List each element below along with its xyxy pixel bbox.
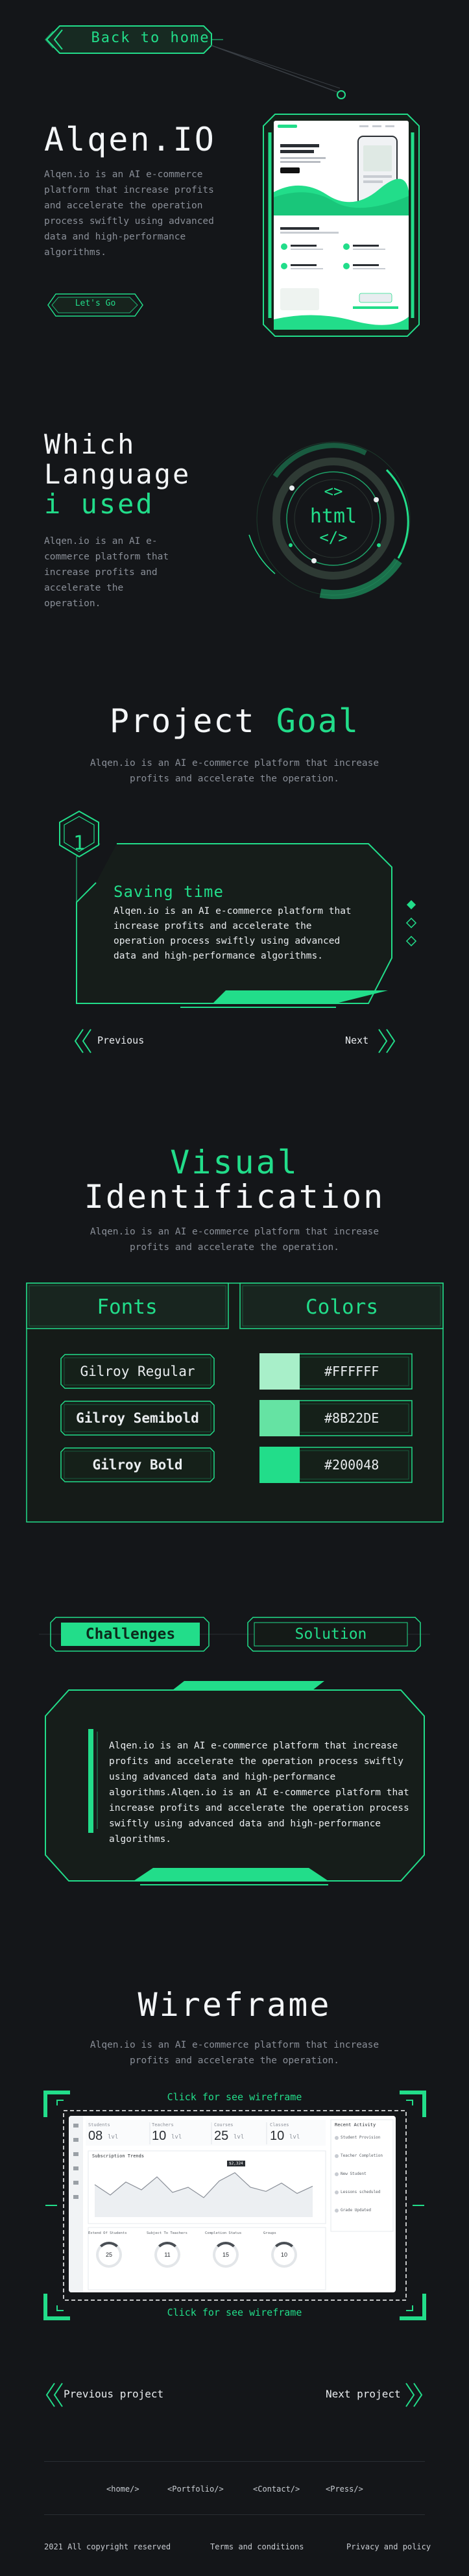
footer-divider-bottom <box>44 2514 425 2515</box>
gauge-ring: 11 <box>154 2242 180 2268</box>
wireframe-title: Wireframe <box>138 1986 331 2024</box>
stat-label: Teachers <box>152 2122 174 2128</box>
lets-go-label: Let's Go <box>75 299 116 308</box>
activity-item: Lessons scheduled <box>335 2190 380 2194</box>
visual-description: Alqen.io is an AI e-commerce platform th… <box>90 1227 379 1253</box>
gauge-label: Extend Of Students <box>88 2231 127 2235</box>
goal-title-white: Project <box>109 702 276 740</box>
activity-label: Student Provision <box>341 2135 381 2140</box>
language-description: Alqen.io is an AI e-commerce platform th… <box>44 536 169 609</box>
language-title-line3: i used <box>44 488 154 520</box>
language-title: Which Language i used <box>44 430 191 519</box>
gauge-label: Subject To Teachers <box>147 2231 187 2235</box>
gauge-ring: 10 <box>271 2242 297 2268</box>
badge-html-label: html <box>309 505 357 528</box>
stat-label: Students <box>88 2122 110 2128</box>
goal-card-title: Saving time <box>114 883 224 901</box>
color-hex-label: #200048 <box>324 1457 379 1473</box>
wireframe-link-bottom[interactable]: Click for see wireframe <box>0 2307 469 2318</box>
goal-next-label: Next <box>345 1035 369 1046</box>
challenges-tab[interactable]: Challenges <box>61 1626 200 1643</box>
activity-dot-icon <box>335 2135 339 2140</box>
stat-unit: lvl <box>234 2134 245 2141</box>
next-project-button[interactable] <box>402 2381 428 2409</box>
stat-unit: lvl <box>171 2134 182 2141</box>
goal-pagination[interactable] <box>405 899 418 951</box>
gauge-label: Groups <box>263 2231 276 2235</box>
goal-title-green: Goal <box>276 702 360 740</box>
goal-description: Alqen.io is an AI e-commerce platform th… <box>90 758 379 784</box>
footer-divider-top <box>44 2461 425 2462</box>
solution-tab[interactable]: Solution <box>254 1626 407 1643</box>
footer-link-contact[interactable]: <Contact/> <box>253 2484 300 2494</box>
hero-description: Alqen.io is an AI e-commerce platform th… <box>44 169 214 258</box>
color-hex-label: #FFFFFF <box>324 1364 379 1379</box>
gauge-ring: 25 <box>96 2242 122 2268</box>
website-preview-frame <box>262 113 420 337</box>
activity-dot-icon <box>335 2172 339 2176</box>
footer-copyright: 2021 All copyright reserved <box>44 2542 171 2551</box>
colors-label: Colors <box>306 1295 378 1319</box>
stat-value: 10 <box>270 2129 285 2143</box>
badge-open-tag: <> <box>324 482 343 500</box>
stat-unit: lvl <box>108 2134 119 2141</box>
footer-privacy-link[interactable]: Privacy and policy <box>346 2542 431 2551</box>
gauge-label: Completion Status <box>205 2231 242 2235</box>
font-sample-label: Gilroy Semibold <box>76 1410 199 1426</box>
language-title-line1: Which <box>44 428 136 460</box>
language-title-line2: Language <box>44 458 191 490</box>
stat-label: Courses <box>214 2122 234 2128</box>
wireframe-description: Alqen.io is an AI e-commerce platform th… <box>90 2040 379 2066</box>
font-sample-label: Gilroy Regular <box>80 1364 195 1379</box>
stat-value: 08 <box>88 2129 103 2143</box>
goal-title: Project Goal <box>0 702 469 740</box>
chart-title: Subscription Trends <box>92 2153 145 2159</box>
stat-value: 25 <box>214 2129 229 2143</box>
activity-label: Teacher Completion <box>341 2153 383 2158</box>
footer-link-home[interactable]: <home/> <box>106 2484 139 2494</box>
activity-label: Grade Updated <box>341 2208 371 2213</box>
connector-line <box>211 45 346 99</box>
stat-label: Classes <box>270 2122 289 2128</box>
color-hex-label: #8B22DE <box>324 1410 379 1426</box>
goal-card-text: Alqen.io is an AI e-commerce platform th… <box>114 906 352 961</box>
footer-link-portfolio[interactable]: <Portfolio/> <box>167 2484 224 2494</box>
goal-number: 1 <box>73 832 86 855</box>
activity-item: New Student <box>335 2172 367 2176</box>
stat-value: 10 <box>152 2129 167 2143</box>
goal-previous-label: Previous <box>97 1035 145 1046</box>
activity-title: Recent Activity <box>335 2122 376 2128</box>
activity-item: Grade Updated <box>335 2208 371 2213</box>
activity-item: Student Provision <box>335 2135 380 2140</box>
font-sample-label: Gilroy Bold <box>92 1457 183 1473</box>
activity-item: Teacher Completion <box>335 2153 383 2158</box>
activity-label: New Student <box>341 2172 367 2176</box>
next-project-label[interactable]: Next project <box>326 2388 401 2400</box>
visual-title-line2: Identification <box>84 1178 385 1216</box>
activity-dot-icon <box>335 2153 339 2158</box>
previous-project-label[interactable]: Previous project <box>64 2388 163 2400</box>
gauge-ring: 15 <box>213 2242 239 2268</box>
footer-terms-link[interactable]: Terms and conditions <box>210 2542 304 2551</box>
visual-title-line1: Visual <box>170 1144 299 1181</box>
activity-dot-icon <box>335 2208 339 2213</box>
footer-link-press[interactable]: <Press/> <box>326 2484 363 2494</box>
wireframe-link-top[interactable]: Click for see wireframe <box>0 2091 469 2103</box>
activity-dot-icon <box>335 2190 339 2194</box>
badge-close-tag: </> <box>319 528 348 546</box>
challenges-text: Alqen.io is an AI e-commerce platform th… <box>109 1741 409 1845</box>
fonts-label: Fonts <box>97 1295 158 1319</box>
activity-label: Lessons scheduled <box>341 2190 381 2194</box>
stat-unit: lvl <box>289 2134 300 2141</box>
hero-title: Alqen.IO <box>44 121 216 158</box>
chart-tooltip: $2,324 <box>227 2161 245 2166</box>
